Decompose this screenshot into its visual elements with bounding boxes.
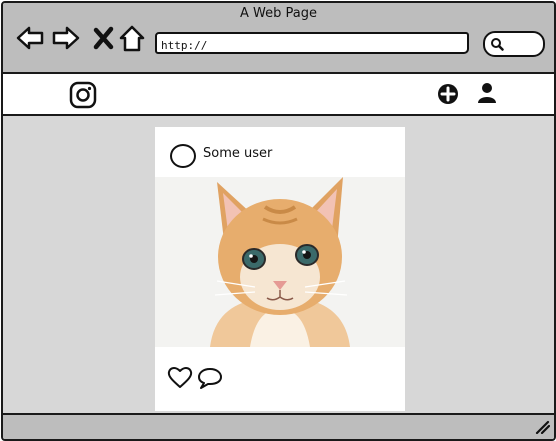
url-input[interactable] <box>157 36 467 55</box>
page-content: Some user <box>3 116 554 411</box>
back-arrow-icon[interactable] <box>15 23 45 53</box>
comment-icon[interactable] <box>197 366 223 390</box>
search-box[interactable] <box>483 31 545 57</box>
post-username[interactable]: Some user <box>203 146 272 161</box>
forward-arrow-icon[interactable] <box>51 23 81 53</box>
add-circle-icon[interactable] <box>437 83 459 105</box>
post-image <box>155 177 405 347</box>
resize-handle-icon[interactable] <box>534 420 550 434</box>
user-icon[interactable] <box>477 82 497 104</box>
instagram-icon[interactable] <box>69 81 97 109</box>
heart-icon[interactable] <box>167 365 193 389</box>
browser-window: A Web Page http:// Some user <box>1 1 556 441</box>
post-card: Some user <box>155 127 405 411</box>
search-icon <box>491 38 504 51</box>
app-toolbar <box>3 74 554 116</box>
browser-title-bar: A Web Page <box>3 3 554 74</box>
status-bar <box>3 413 554 439</box>
address-bar[interactable] <box>155 32 469 55</box>
close-icon[interactable] <box>89 23 119 53</box>
post-header: Some user <box>155 127 405 177</box>
avatar[interactable] <box>170 144 196 168</box>
window-title: A Web Page <box>240 6 317 21</box>
kitten-photo <box>155 177 405 347</box>
home-icon[interactable] <box>117 23 147 53</box>
